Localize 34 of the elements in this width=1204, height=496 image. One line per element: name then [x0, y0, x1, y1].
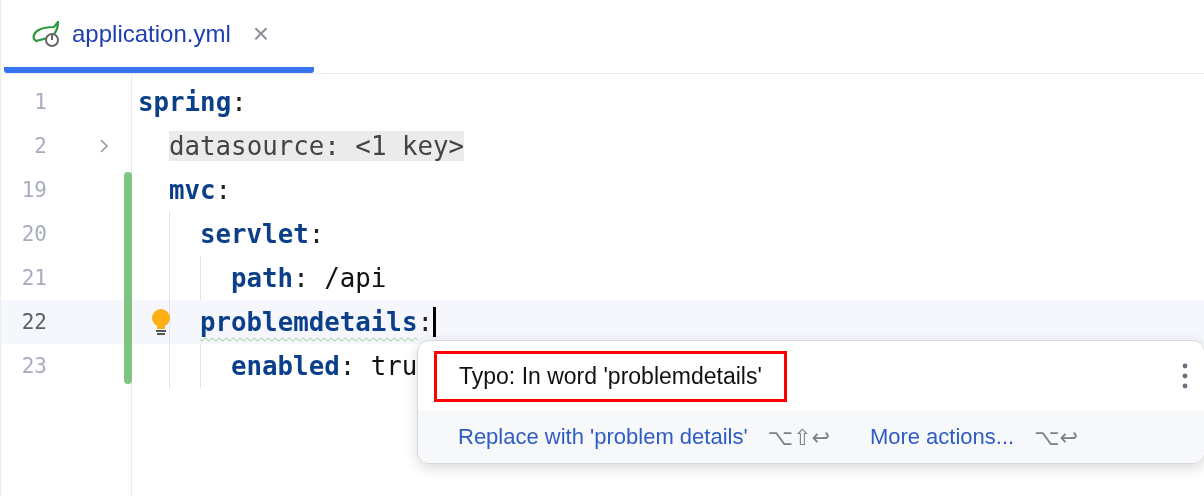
folded-code[interactable]: datasource: <1 key> [169, 131, 465, 161]
line-number: 23 [20, 354, 47, 378]
more-icon[interactable] [1182, 363, 1188, 389]
leaf-power-icon [30, 20, 62, 47]
line-number: 1 [33, 90, 47, 114]
yaml-key: path [231, 263, 294, 293]
lightbulb-icon[interactable] [150, 308, 172, 336]
yaml-key: spring [138, 87, 232, 117]
colon: : [293, 263, 309, 293]
line-number: 20 [20, 222, 47, 246]
colon: : [339, 351, 356, 381]
action-link[interactable]: More actions... [869, 424, 1015, 450]
yaml-key: enabled [231, 351, 340, 381]
tab-label: application.yml [72, 19, 231, 48]
colon: : [215, 175, 232, 205]
popup-title: Typo: In word 'problemdetails' [434, 350, 787, 402]
colon: : [231, 87, 247, 117]
line-number: 22 [20, 310, 47, 334]
chevron-right-icon[interactable] [99, 138, 109, 154]
yaml-value: tru [369, 351, 418, 381]
colon: : [308, 219, 325, 249]
line-number: 21 [20, 266, 47, 290]
shortcut-hint: ⌥↩ [1034, 424, 1078, 450]
yaml-key: mvc [169, 175, 216, 205]
action-link[interactable]: Replace with 'problem details' [458, 424, 748, 450]
yaml-key: problemdetails [200, 307, 418, 337]
yaml-value: /api [323, 263, 387, 293]
colon: : [417, 307, 433, 337]
line-number: 19 [20, 178, 47, 202]
line-number: 2 [33, 134, 47, 158]
close-icon[interactable]: × [252, 17, 270, 50]
file-tab[interactable]: application.yml × [4, 0, 314, 73]
yaml-key: servlet [200, 219, 309, 249]
shortcut-hint: ⌥⇧↩ [767, 424, 830, 450]
